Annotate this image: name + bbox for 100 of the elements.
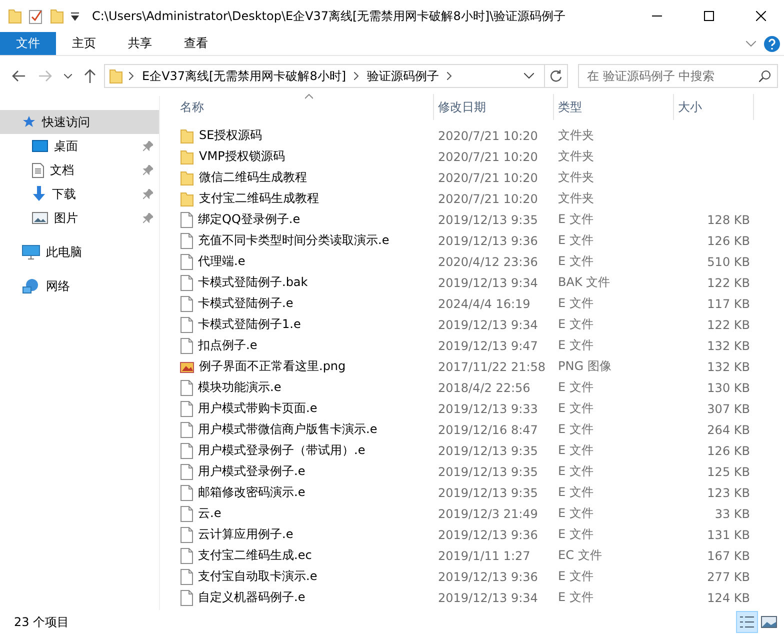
file-name[interactable]: 支付宝二维码生成.ec <box>176 547 434 564</box>
folder-icon <box>180 170 194 186</box>
file-name[interactable]: 卡模式登陆例子1.e <box>176 316 434 333</box>
file-type: 文件夹 <box>557 169 595 186</box>
file-name[interactable]: 云计算应用例子.e <box>176 526 434 543</box>
file-name[interactable]: 扣点例子.e <box>176 337 434 354</box>
file-name[interactable]: 支付宝自动取卡演示.e <box>176 568 434 585</box>
file-name[interactable]: 用户模式带购卡页面.e <box>176 400 434 417</box>
file-name[interactable]: 邮箱修改密码演示.e <box>176 484 434 501</box>
document-icon <box>180 338 193 354</box>
file-type: E 文件 <box>557 589 594 606</box>
document-icon <box>180 464 193 480</box>
sidebar-item[interactable]: 桌面 <box>0 134 159 158</box>
document-icon <box>180 212 193 228</box>
file-name[interactable]: 用户模式登录例子（带试用）.e <box>176 442 434 459</box>
file-type: E 文件 <box>557 463 594 480</box>
file-type: 文件夹 <box>557 127 595 144</box>
item-count: 23 个项目 <box>14 614 70 630</box>
document-icon <box>180 296 193 312</box>
document-icon <box>180 316 193 332</box>
file-name[interactable]: 充值不同卡类型时间分类读取演示.e <box>176 232 434 249</box>
file-name[interactable]: 自定义机器码例子.e <box>176 589 434 606</box>
document-icon <box>180 548 193 564</box>
file-size: 125 KB <box>706 464 751 478</box>
file-size: 126 KB <box>706 444 751 458</box>
chevron-down-icon <box>64 74 72 78</box>
modified-date: 2019/12/13 9:36 <box>437 528 539 542</box>
sidebar-item[interactable]: 图片 <box>0 206 159 230</box>
modified-date: 2019/12/13 9:35 <box>437 212 539 226</box>
file-name[interactable]: 代理端.e <box>176 253 434 270</box>
file-menu-button[interactable]: 文件 <box>0 32 56 55</box>
sidebar-item[interactable]: 下载 <box>0 182 159 206</box>
picture-icon <box>761 615 777 629</box>
details-list-icon <box>739 615 755 629</box>
details-view-button[interactable] <box>736 611 758 633</box>
properties-icon[interactable] <box>28 8 44 24</box>
star-icon <box>22 115 36 129</box>
chevron-down-icon <box>524 73 534 79</box>
file-type: E 文件 <box>557 379 594 396</box>
column-header[interactable]: 名称 <box>176 94 434 120</box>
file-size: 510 KB <box>706 254 751 268</box>
refresh-icon <box>549 69 563 83</box>
modified-date: 2019/1/11 1:27 <box>437 548 532 562</box>
search-icon <box>759 70 771 82</box>
file-name[interactable]: 微信二维码生成教程 <box>176 169 434 186</box>
breadcrumb[interactable]: 验证源码例子 <box>365 68 442 84</box>
sidebar-item[interactable]: 网络 <box>0 274 159 298</box>
modified-date: 2019/12/13 9:34 <box>437 318 539 332</box>
ribbon-tab[interactable]: 查看 <box>168 32 224 55</box>
file-name[interactable]: VMP授权锁源码 <box>176 148 434 165</box>
file-name[interactable]: 绑定QQ登录例子.e <box>176 211 434 228</box>
file-size: 277 KB <box>706 570 751 584</box>
dropdown-icon[interactable] <box>70 11 80 21</box>
ribbon-tab[interactable]: 共享 <box>112 32 168 55</box>
file-name[interactable]: 例子界面不正常看这里.png <box>176 358 434 375</box>
search-field[interactable]: 在 验证源码例子 中搜索 <box>578 64 778 88</box>
file-name[interactable]: 用户模式登录例子.e <box>176 463 434 480</box>
folder-icon <box>180 128 194 144</box>
modified-date: 2019/12/13 9:34 <box>437 590 539 604</box>
document-icon <box>180 484 193 500</box>
modified-date: 2019/12/13 9:35 <box>437 464 539 478</box>
breadcrumb[interactable]: E企V37离线[无需禁用网卡破解8小时] <box>140 68 348 84</box>
file-name[interactable]: 模块功能演示.e <box>176 379 434 396</box>
file-size: 122 KB <box>706 318 751 332</box>
modified-date: 2019/12/3 21:49 <box>437 506 539 520</box>
document-icon <box>180 380 193 396</box>
file-name[interactable]: 用户模式带微信商户版售卡演示.e <box>176 421 434 438</box>
help-icon <box>764 36 780 52</box>
sidebar-item[interactable]: 文档 <box>0 158 159 182</box>
document-icon <box>180 526 193 542</box>
up-arrow-icon <box>84 69 96 83</box>
file-type: E 文件 <box>557 211 594 228</box>
modified-date: 2019/12/13 9:36 <box>437 234 539 248</box>
modified-date: 2020/4/12 23:36 <box>437 254 539 268</box>
file-type: 文件夹 <box>557 148 595 165</box>
file-type: 文件夹 <box>557 190 595 207</box>
file-type: E 文件 <box>557 295 594 312</box>
file-name[interactable]: 云.e <box>176 505 434 522</box>
file-size: 132 KB <box>706 338 751 352</box>
column-header[interactable]: 类型 <box>554 94 674 120</box>
picture-icon <box>32 212 48 224</box>
file-type: EC 文件 <box>557 547 603 564</box>
file-name[interactable]: SE授权源码 <box>176 127 434 144</box>
file-type: E 文件 <box>557 400 594 417</box>
file-name[interactable]: 卡模式登陆例子.bak <box>176 274 434 291</box>
file-name[interactable]: 卡模式登陆例子.e <box>176 295 434 312</box>
file-type: E 文件 <box>557 421 594 438</box>
modified-date: 2020/7/21 10:20 <box>437 170 539 184</box>
file-size: 128 KB <box>706 212 751 226</box>
sidebar-item[interactable]: 此电脑 <box>0 240 159 264</box>
file-size: 117 KB <box>706 296 751 310</box>
file-name[interactable]: 支付宝二维码生成教程 <box>176 190 434 207</box>
sidebar-item[interactable]: 快速访问 <box>0 110 159 134</box>
column-header[interactable]: 大小 <box>674 94 754 120</box>
document-icon <box>180 590 193 606</box>
modified-date: 2019/12/13 9:33 <box>437 402 539 416</box>
chevron-icon <box>447 72 452 80</box>
ribbon-tab[interactable]: 主页 <box>56 32 112 55</box>
column-header[interactable]: 修改日期 <box>434 94 554 120</box>
file-size: 307 KB <box>706 402 751 416</box>
